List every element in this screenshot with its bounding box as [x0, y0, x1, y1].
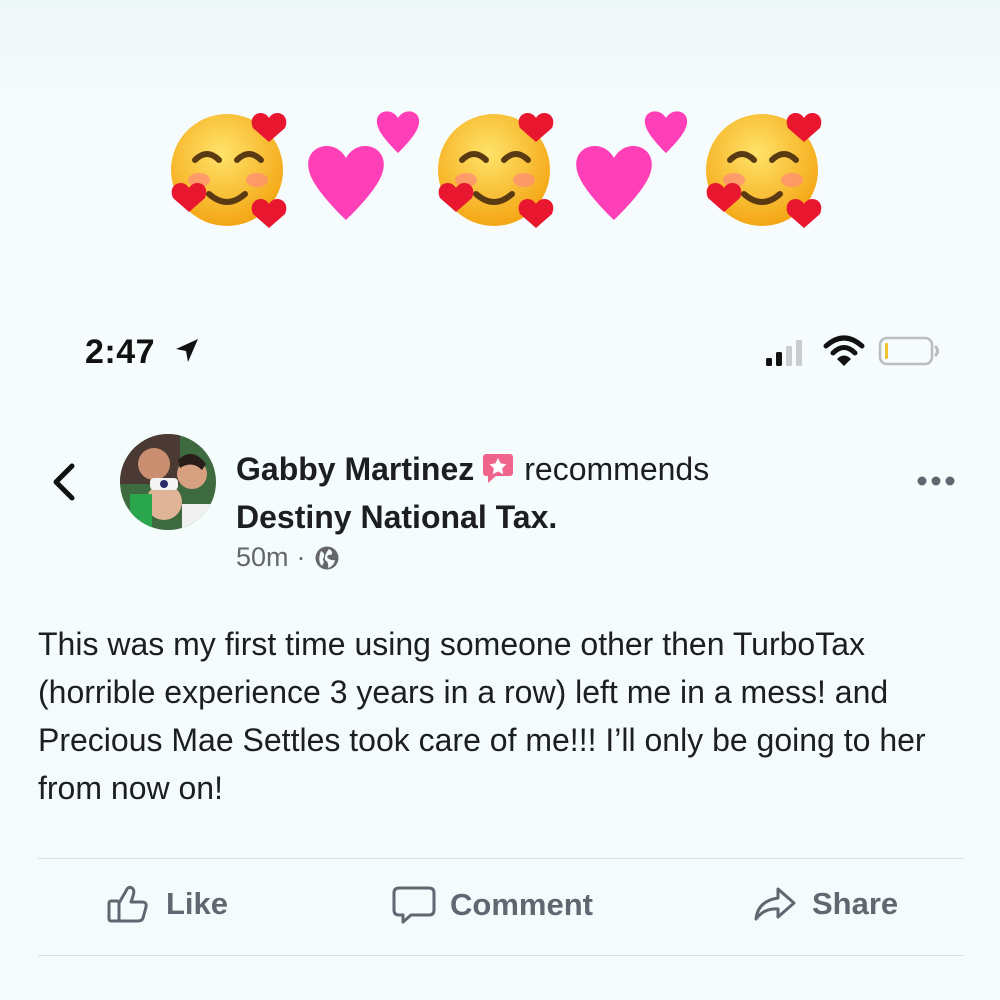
recommended-page-name[interactable]: Destiny National Tax.: [236, 499, 557, 535]
post-text: This was my first time using someone oth…: [38, 626, 926, 806]
emoji-decoration-row: [160, 100, 850, 250]
post-meta: 50m ·: [236, 542, 340, 573]
location-arrow-icon: [176, 339, 198, 362]
like-button[interactable]: Like: [106, 884, 228, 924]
wifi-icon: [823, 335, 865, 366]
divider: [38, 955, 964, 956]
avatar-photo: [120, 434, 216, 530]
status-time: 2:47: [85, 333, 156, 371]
two-hearts-icon: [576, 111, 688, 220]
back-chevron-icon[interactable]: [48, 460, 78, 504]
meta-separator: ·: [296, 542, 306, 572]
author-name[interactable]: Gabby Martinez: [236, 451, 474, 487]
comment-label: Comment: [450, 887, 593, 922]
smiling-face-with-hearts-icon: [171, 113, 287, 228]
avatar[interactable]: [120, 434, 216, 530]
like-label: Like: [166, 886, 229, 921]
battery-icon: [878, 336, 939, 366]
recommend-star-icon: [483, 454, 514, 483]
recommends-text: recommends: [524, 451, 710, 487]
screenshot-page: 2:47 Gabby Martinez recommends Destiny N…: [0, 0, 1000, 1000]
smiling-face-with-hearts-icon: [438, 113, 554, 228]
smiling-face-with-hearts-icon: [706, 113, 822, 228]
post-timestamp[interactable]: 50m: [236, 542, 289, 573]
post-header: Gabby Martinez recommends Destiny Nation…: [236, 445, 876, 541]
action-bar: Like Comment Share: [0, 880, 1000, 940]
comment-button[interactable]: Comment: [392, 884, 593, 926]
share-button[interactable]: Share: [752, 884, 898, 924]
status-bar: 2:47: [0, 330, 1000, 380]
share-label: Share: [812, 886, 899, 921]
more-options-icon[interactable]: [916, 474, 956, 488]
globe-icon: [315, 546, 339, 569]
signal-icon: [766, 340, 802, 366]
share-arrow-icon: [754, 887, 796, 921]
two-hearts-icon: [308, 111, 420, 220]
thumbs-up-icon: [107, 885, 148, 923]
comment-bubble-icon: [392, 886, 436, 924]
divider: [38, 858, 964, 859]
